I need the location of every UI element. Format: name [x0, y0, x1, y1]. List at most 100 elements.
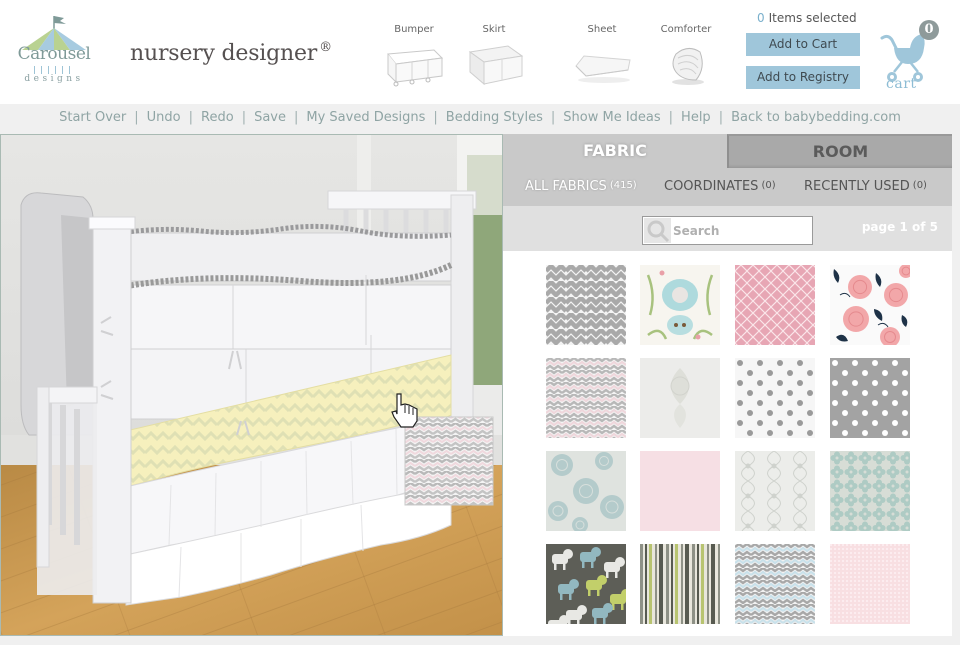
fabric-swatch-dog-print[interactable]: [546, 544, 626, 624]
fabric-swatch-pattern: [830, 544, 910, 624]
fabric-swatch-pattern: [735, 544, 815, 624]
nav-bedding-styles[interactable]: Bedding Styles: [446, 110, 543, 125]
subtab-count: (415): [609, 180, 637, 191]
items-selected-label: Items selected: [768, 11, 857, 25]
page-of: of: [911, 220, 926, 234]
nav-separator: |: [718, 110, 724, 125]
subtab-label: ALL FABRICS: [525, 179, 607, 194]
product-sheet[interactable]: Sheet: [566, 24, 638, 88]
fabric-swatch-pattern: [735, 358, 815, 438]
cart-button[interactable]: 0 cart: [878, 20, 944, 94]
sheet-icon: [575, 55, 631, 83]
fabric-swatch-pink-gray-chevron[interactable]: [546, 358, 626, 438]
fabric-swatch-green-stripe[interactable]: [640, 544, 720, 624]
search-icon: [644, 218, 671, 243]
fabric-swatch-pattern: [546, 451, 626, 531]
fabric-subtabs: ALL FABRICS (415) COORDINATES (0) RECENTLY…: [503, 168, 952, 206]
fabric-swatch-gray-dot-on-white[interactable]: [735, 358, 815, 438]
subtab-label: RECENTLY USED: [804, 179, 910, 194]
tab-fabric[interactable]: FABRIC: [503, 134, 727, 168]
subtab-all-fabrics[interactable]: ALL FABRICS (415): [525, 179, 637, 194]
fabric-swatch-pattern: [546, 544, 626, 624]
fabric-swatch-aqua-dahlia[interactable]: [546, 451, 626, 531]
nav-show-me-ideas[interactable]: Show Me Ideas: [563, 110, 660, 125]
fabric-swatch-blue-gray-chevron[interactable]: [735, 544, 815, 624]
add-to-registry-button[interactable]: Add to Registry: [746, 66, 860, 89]
cart-count-badge: 0: [919, 20, 939, 40]
subtab-label: COORDINATES: [664, 179, 759, 194]
fabric-swatch-pink-solid[interactable]: [640, 451, 720, 531]
items-selected-status: 0 Items selected: [757, 11, 857, 25]
crib-scene: [1, 135, 502, 635]
fabric-swatch-pink-navy-floral[interactable]: [830, 265, 910, 345]
selected-fabric-popup: [404, 416, 494, 506]
fabric-swatch-pattern: [546, 358, 626, 438]
search-bar: page 1 of 5: [503, 206, 952, 251]
fabric-swatch-pattern: [735, 265, 815, 345]
page-prefix: page: [861, 220, 896, 234]
nav-separator: |: [433, 110, 438, 125]
skirt-icon: [468, 45, 524, 86]
nav-separator: |: [668, 110, 674, 125]
fabric-swatch-pattern: [830, 265, 910, 345]
fabric-swatch-aqua-green-damask[interactable]: [640, 265, 720, 345]
comforter-icon: [672, 48, 704, 85]
fabric-swatch-pink-dot-texture[interactable]: [830, 544, 910, 624]
fabric-swatch-white-trellis[interactable]: [735, 451, 815, 531]
product-comforter[interactable]: Comforter: [650, 24, 722, 88]
cart-label: cart: [886, 76, 917, 92]
add-to-cart-button[interactable]: Add to Cart: [746, 33, 860, 56]
fabric-swatch-pattern: [830, 451, 910, 531]
fabric-swatch-white-damask[interactable]: [640, 358, 720, 438]
product-label: Bumper: [394, 24, 434, 35]
fabric-swatch-pattern: [546, 265, 626, 345]
nav-undo[interactable]: Undo: [147, 110, 181, 125]
crib-preview[interactable]: [0, 134, 503, 636]
product-label: Comforter: [660, 24, 712, 35]
carousel-logo[interactable]: Carousel designs: [10, 14, 98, 90]
fabric-swatch-pattern: [640, 544, 720, 624]
app-title-text: nursery designer: [130, 41, 318, 66]
nav-save[interactable]: Save: [254, 110, 286, 125]
bumper-icon: [387, 49, 444, 87]
items-selected-count: 0: [757, 11, 765, 25]
nav-separator: |: [241, 110, 247, 125]
logo-wordmark: Carousel: [17, 44, 91, 64]
fabric-swatch-white-dot-on-gray[interactable]: [830, 358, 910, 438]
fabric-swatch-pattern: [735, 451, 815, 531]
search-box[interactable]: [642, 216, 813, 245]
fabric-swatch-aqua-quatrefoil[interactable]: [830, 451, 910, 531]
app-title: nursery designer ®: [130, 40, 332, 66]
subtab-coordinates[interactable]: COORDINATES (0): [664, 179, 776, 194]
page-current: 1: [899, 220, 908, 234]
page-total: 5: [929, 220, 938, 234]
nav-separator: |: [134, 110, 139, 125]
product-bumper[interactable]: Bumper: [378, 24, 450, 88]
nav-redo[interactable]: Redo: [201, 110, 234, 125]
nav-help[interactable]: Help: [681, 110, 711, 125]
search-input[interactable]: [673, 220, 808, 241]
fabric-swatch-pattern: [640, 358, 720, 438]
panel-tabs: FABRIC ROOM: [503, 134, 952, 168]
main-nav: Start Over | Undo | Redo | Save | My Saved Desig…: [0, 106, 960, 130]
nav-back-to-site[interactable]: Back to babybedding.com: [731, 110, 901, 125]
nav-start-over[interactable]: Start Over: [59, 110, 126, 125]
subtab-recently-used[interactable]: RECENTLY USED (0): [804, 179, 927, 194]
nav-separator: |: [550, 110, 556, 125]
product-skirt[interactable]: Skirt: [458, 24, 530, 88]
fabric-swatch-pattern: [640, 265, 720, 345]
logo-subtext: designs: [24, 74, 84, 84]
fabric-swatch-pink-lattice[interactable]: [735, 265, 815, 345]
pagination: page 1 of 5: [862, 220, 938, 234]
nav-separator: |: [294, 110, 299, 125]
subtab-count: (0): [912, 180, 927, 191]
product-label: Skirt: [482, 24, 506, 35]
fabric-panel: FABRIC ROOM ALL FABRICS (415) COORDINATES…: [503, 134, 952, 636]
subtab-count: (0): [761, 180, 776, 191]
fabric-swatch-gray-chevron[interactable]: [546, 265, 626, 345]
header: Carousel designs nursery designer ® Bumpe…: [0, 0, 960, 104]
nav-my-saved-designs[interactable]: My Saved Designs: [306, 110, 425, 125]
product-label: Sheet: [587, 24, 617, 35]
tab-room[interactable]: ROOM: [727, 134, 952, 168]
nav-separator: |: [188, 110, 194, 125]
